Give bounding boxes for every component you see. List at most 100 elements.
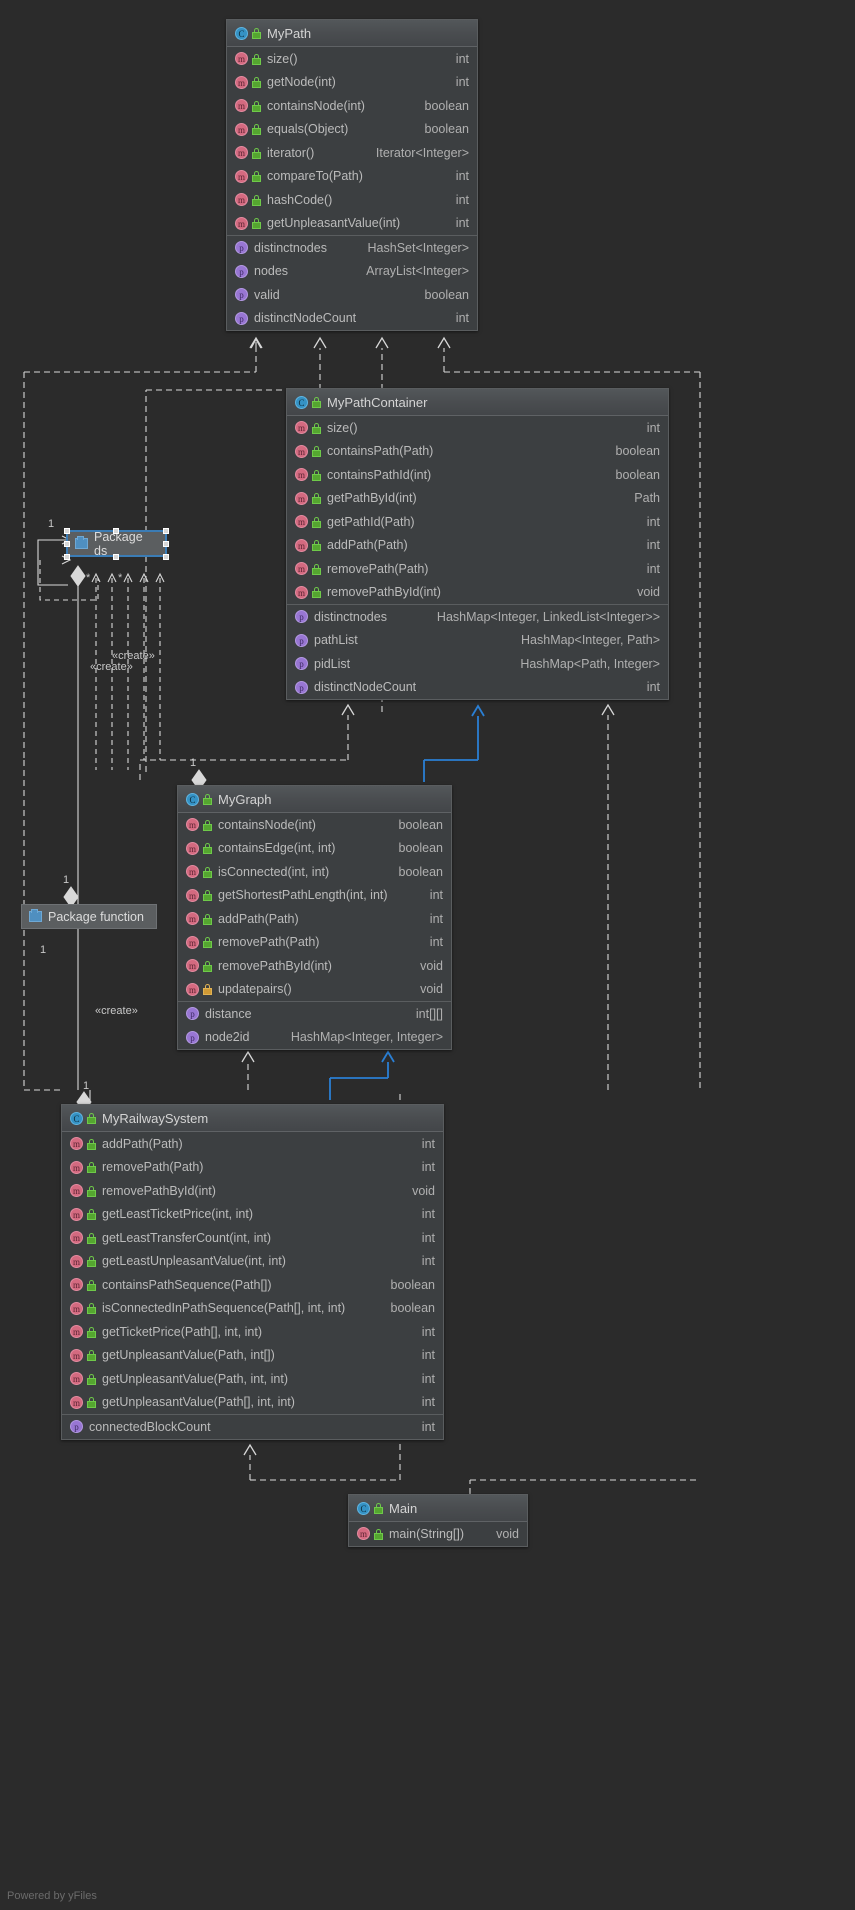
field-name: distinctNodeCount — [314, 680, 417, 695]
method-name: containsNode(int) — [218, 817, 316, 832]
method-row[interactable]: m equals(Object) boolean — [227, 118, 477, 142]
method-name: getShortestPathLength(int, int) — [218, 888, 388, 903]
method-row[interactable]: m getUnpleasantValue(Path, int, int) int — [62, 1367, 443, 1391]
field-row[interactable]: p distinctnodes HashSet<Integer> — [227, 236, 477, 260]
field-row[interactable]: p distinctNodeCount int — [227, 307, 477, 331]
method-row[interactable]: m getLeastTransferCount(int, int) int — [62, 1226, 443, 1250]
field-row[interactable]: p pathList HashMap<Integer, Path> — [287, 629, 668, 653]
selection-handle[interactable] — [64, 528, 70, 534]
field-name: distance — [205, 1006, 252, 1021]
property-icon: p — [235, 264, 248, 278]
selection-handle[interactable] — [113, 554, 119, 560]
method-row[interactable]: m removePath(Path) int — [287, 557, 668, 581]
property-icon: p — [235, 241, 248, 255]
method-row[interactable]: m isConnectedInPathSequence(Path[], int,… — [62, 1297, 443, 1321]
method-row[interactable]: m getTicketPrice(Path[], int, int) int — [62, 1320, 443, 1344]
method-type: int — [429, 888, 443, 903]
method-icon: m — [235, 122, 248, 136]
method-row[interactable]: m containsPathSequence(Path[]) boolean — [62, 1273, 443, 1297]
selection-handle[interactable] — [64, 541, 70, 547]
method-row[interactable]: m compareTo(Path) int — [227, 165, 477, 189]
field-name: pathList — [314, 633, 358, 648]
property-icon: p — [186, 1030, 199, 1044]
field-type: int — [646, 680, 660, 695]
method-type: int — [429, 911, 443, 926]
method-row[interactable]: m containsNode(int) boolean — [227, 94, 477, 118]
method-type: int — [421, 1254, 435, 1269]
property-icon: p — [235, 288, 248, 302]
method-name: isConnected(int, int) — [218, 864, 330, 879]
class-node-main[interactable]: C Main m main(String[]) void — [348, 1494, 528, 1547]
method-row[interactable]: m getShortestPathLength(int, int) int — [178, 884, 451, 908]
method-row[interactable]: m getNode(int) int — [227, 71, 477, 95]
method-name: getTicketPrice(Path[], int, int) — [102, 1324, 263, 1339]
green-lock-icon — [87, 1279, 96, 1291]
package-node-function[interactable]: Package function — [21, 904, 157, 929]
selection-handle[interactable] — [64, 554, 70, 560]
method-row[interactable]: m addPath(Path) int — [178, 907, 451, 931]
method-row[interactable]: m getPathId(Path) int — [287, 510, 668, 534]
field-row[interactable]: p connectedBlockCount int — [62, 1415, 443, 1439]
method-row[interactable]: m containsNode(int) boolean — [178, 813, 451, 837]
class-node-mygraph[interactable]: C MyGraph m containsNode(int) boolean m … — [177, 785, 452, 1050]
method-row[interactable]: m containsPath(Path) boolean — [287, 440, 668, 464]
field-row[interactable]: p node2id HashMap<Integer, Integer> — [178, 1026, 451, 1050]
method-row[interactable]: m getUnpleasantValue(Path[], int, int) i… — [62, 1391, 443, 1415]
method-row[interactable]: m removePathById(int) void — [287, 581, 668, 605]
method-icon: m — [70, 1184, 83, 1198]
method-row[interactable]: m iterator() Iterator<Integer> — [227, 141, 477, 165]
green-lock-icon — [87, 1162, 96, 1174]
method-row[interactable]: m hashCode() int — [227, 188, 477, 212]
method-row[interactable]: m addPath(Path) int — [287, 534, 668, 558]
method-name: updatepairs() — [218, 982, 292, 997]
field-row[interactable]: p valid boolean — [227, 283, 477, 307]
field-row[interactable]: p pidList HashMap<Path, Integer> — [287, 652, 668, 676]
method-name: size() — [267, 51, 298, 66]
field-row[interactable]: p distinctNodeCount int — [287, 676, 668, 700]
package-node-ds[interactable]: Package ds — [66, 530, 167, 558]
method-row[interactable]: m removePathById(int) void — [62, 1179, 443, 1203]
method-type: void — [496, 1526, 519, 1541]
method-type: boolean — [390, 1277, 436, 1292]
selection-handle[interactable] — [163, 528, 169, 534]
green-lock-icon — [87, 1303, 96, 1315]
method-icon: m — [186, 982, 199, 996]
stereotype-label: «create» — [90, 661, 133, 673]
method-name: addPath(Path) — [102, 1136, 183, 1151]
method-row[interactable]: m containsEdge(int, int) boolean — [178, 837, 451, 861]
method-row[interactable]: m isConnected(int, int) boolean — [178, 860, 451, 884]
method-row[interactable]: m main(String[]) void — [349, 1522, 527, 1546]
method-row[interactable]: m containsPathId(int) boolean — [287, 463, 668, 487]
multiplicity-label: 1 — [63, 874, 70, 886]
selection-handle[interactable] — [163, 541, 169, 547]
method-row[interactable]: m size() int — [227, 47, 477, 71]
class-node-mypath[interactable]: C MyPath m size() int m getNode(int) int — [226, 19, 478, 331]
field-row[interactable]: p nodes ArrayList<Integer> — [227, 260, 477, 284]
method-type: boolean — [398, 841, 444, 856]
method-row[interactable]: m getLeastTicketPrice(int, int) int — [62, 1203, 443, 1227]
field-type: boolean — [424, 287, 470, 302]
method-name: containsEdge(int, int) — [218, 841, 336, 856]
method-row[interactable]: m getPathById(int) Path — [287, 487, 668, 511]
field-type: ArrayList<Integer> — [366, 264, 469, 279]
orange-lock-icon — [203, 984, 212, 996]
method-row[interactable]: m removePath(Path) int — [62, 1156, 443, 1180]
green-lock-icon — [252, 53, 261, 65]
class-node-mypathcontainer[interactable]: C MyPathContainer m size() int m contain… — [286, 388, 669, 700]
method-row[interactable]: m removePath(Path) int — [178, 931, 451, 955]
selection-handle[interactable] — [163, 554, 169, 560]
class-header: C MyRailwaySystem — [62, 1105, 443, 1132]
method-row[interactable]: m updatepairs() void — [178, 978, 451, 1002]
method-row[interactable]: m getUnpleasantValue(Path, int[]) int — [62, 1344, 443, 1368]
method-row[interactable]: m removePathById(int) void — [178, 954, 451, 978]
selection-handle[interactable] — [113, 528, 119, 534]
class-header: C Main — [349, 1495, 527, 1522]
field-row[interactable]: p distinctnodes HashMap<Integer, LinkedL… — [287, 605, 668, 629]
method-row[interactable]: m getUnpleasantValue(int) int — [227, 212, 477, 236]
class-node-myrailwaysystem[interactable]: C MyRailwaySystem m addPath(Path) int m … — [61, 1104, 444, 1440]
method-row[interactable]: m getLeastUnpleasantValue(int, int) int — [62, 1250, 443, 1274]
field-row[interactable]: p distance int[][] — [178, 1002, 451, 1026]
method-row[interactable]: m size() int — [287, 416, 668, 440]
green-lock-icon — [87, 1185, 96, 1197]
method-row[interactable]: m addPath(Path) int — [62, 1132, 443, 1156]
